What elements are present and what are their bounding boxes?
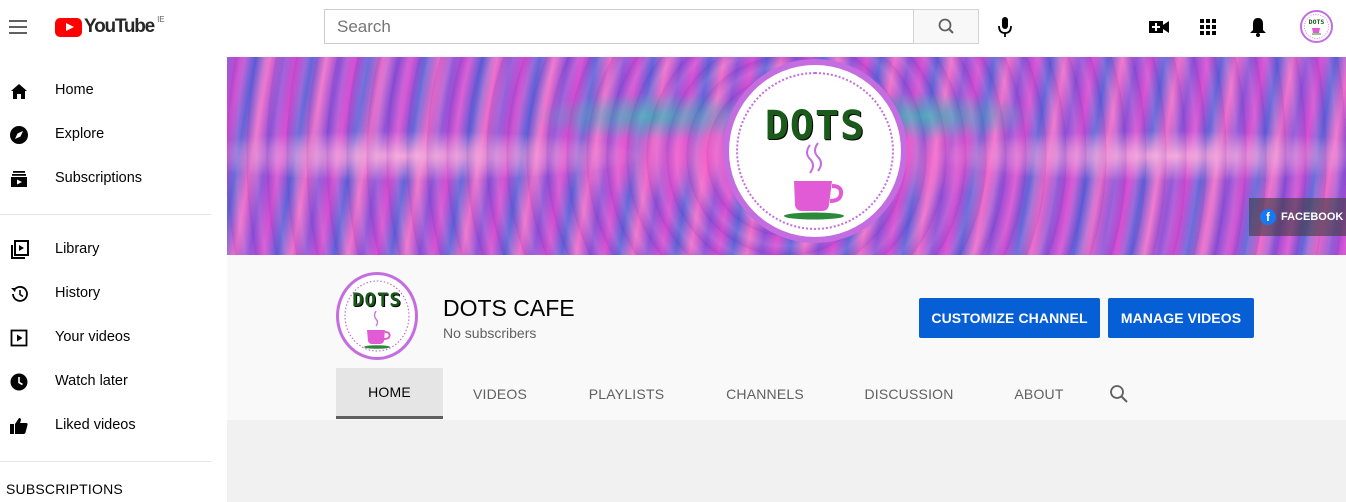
channel-content-area xyxy=(227,420,1346,502)
sidebar-item-label: Liked videos xyxy=(55,417,136,433)
sidebar-item-label: Watch later xyxy=(55,373,128,389)
history-icon xyxy=(11,286,28,302)
channel-name: DOTS CAFE xyxy=(443,295,575,321)
svg-text:DOTS: DOTS xyxy=(1309,18,1325,26)
channel-avatar: DOTS xyxy=(336,272,418,360)
sidebar-item-history[interactable]: History xyxy=(0,273,211,313)
customize-channel-button[interactable]: CUSTOMIZE CHANNEL xyxy=(919,298,1100,338)
tab-channels[interactable]: CHANNELS xyxy=(696,368,834,419)
voice-search-button[interactable] xyxy=(990,12,1020,42)
coffee-cup-icon xyxy=(784,142,844,220)
sidebar-divider xyxy=(0,461,211,462)
account-avatar[interactable]: DOTS xyxy=(1300,10,1333,43)
library-icon xyxy=(11,240,29,259)
channel-avatar-text: DOTS xyxy=(352,289,402,311)
subscriptions-icon xyxy=(11,171,27,187)
manage-videos-button[interactable]: MANAGE VIDEOS xyxy=(1108,298,1254,338)
tab-home[interactable]: HOME xyxy=(336,368,443,419)
sidebar-item-explore[interactable]: Explore xyxy=(0,114,211,154)
sidebar-item-library[interactable]: Library xyxy=(0,229,211,269)
apps-grid-icon xyxy=(1200,19,1216,35)
facebook-link[interactable]: f FACEBOOK xyxy=(1249,198,1346,236)
clock-icon xyxy=(10,373,28,391)
hamburger-menu-icon[interactable] xyxy=(6,14,32,40)
video-camera-plus-icon xyxy=(1149,21,1169,33)
microphone-icon xyxy=(998,17,1012,37)
your-videos-icon xyxy=(10,329,28,347)
sidebar-item-home[interactable]: Home xyxy=(0,70,211,110)
channel-tabs: HOME VIDEOS PLAYLISTS CHANNELS DISCUSSIO… xyxy=(336,368,1144,420)
home-icon xyxy=(11,84,27,99)
tab-videos[interactable]: VIDEOS xyxy=(443,368,557,419)
search-input[interactable] xyxy=(325,10,914,43)
sidebar-item-subscriptions[interactable]: Subscriptions xyxy=(0,158,211,198)
channel-banner: DOTS xyxy=(227,57,1346,255)
logo-country-code: IE xyxy=(157,14,165,24)
tab-about[interactable]: ABOUT xyxy=(984,368,1094,419)
sidebar-item-label: History xyxy=(55,285,101,301)
subscriber-count: No subscribers xyxy=(443,325,537,341)
bell-icon xyxy=(1250,18,1266,37)
apps-button[interactable] xyxy=(1195,14,1221,40)
logo-text: YouTube xyxy=(84,16,155,37)
subscriptions-heading: SUBSCRIPTIONS xyxy=(6,481,123,497)
compass-icon xyxy=(10,126,28,144)
youtube-logo[interactable]: YouTube IE xyxy=(55,14,165,38)
sidebar-item-label: Your videos xyxy=(55,329,131,345)
banner-logo: DOTS xyxy=(723,59,907,243)
sidebar-item-label: Subscriptions xyxy=(55,170,143,186)
create-video-button[interactable] xyxy=(1146,14,1172,40)
search-icon xyxy=(1110,384,1128,403)
sidebar-item-your-videos[interactable]: Your videos xyxy=(0,317,211,357)
sidebar-item-label: Library xyxy=(55,241,100,257)
youtube-play-icon xyxy=(55,17,82,37)
search-icon xyxy=(938,18,954,34)
channel-header: DOTS DOTS CAFE No subscribers CUSTOMIZE … xyxy=(227,255,1346,420)
dots-cafe-logo-icon: DOTS xyxy=(1304,14,1329,39)
sidebar-item-watch-later[interactable]: Watch later xyxy=(0,361,211,401)
sidebar-item-liked-videos[interactable]: Liked videos xyxy=(0,405,211,445)
channel-search-button[interactable] xyxy=(1094,368,1144,419)
masthead: YouTube IE Search DOTS xyxy=(0,0,1346,56)
search-box xyxy=(324,9,914,44)
sidebar: Home Explore Subscriptions Library Histo… xyxy=(0,56,227,502)
thumbs-up-icon xyxy=(10,418,28,434)
sidebar-item-label: Explore xyxy=(55,126,105,142)
facebook-icon: f xyxy=(1260,209,1276,225)
tab-playlists[interactable]: PLAYLISTS xyxy=(557,368,696,419)
sidebar-item-label: Home xyxy=(55,82,94,98)
notifications-button[interactable] xyxy=(1245,14,1271,40)
facebook-link-label: FACEBOOK xyxy=(1281,211,1344,223)
sidebar-divider xyxy=(0,214,211,215)
search-button[interactable] xyxy=(913,9,979,44)
tab-discussion[interactable]: DISCUSSION xyxy=(834,368,984,419)
